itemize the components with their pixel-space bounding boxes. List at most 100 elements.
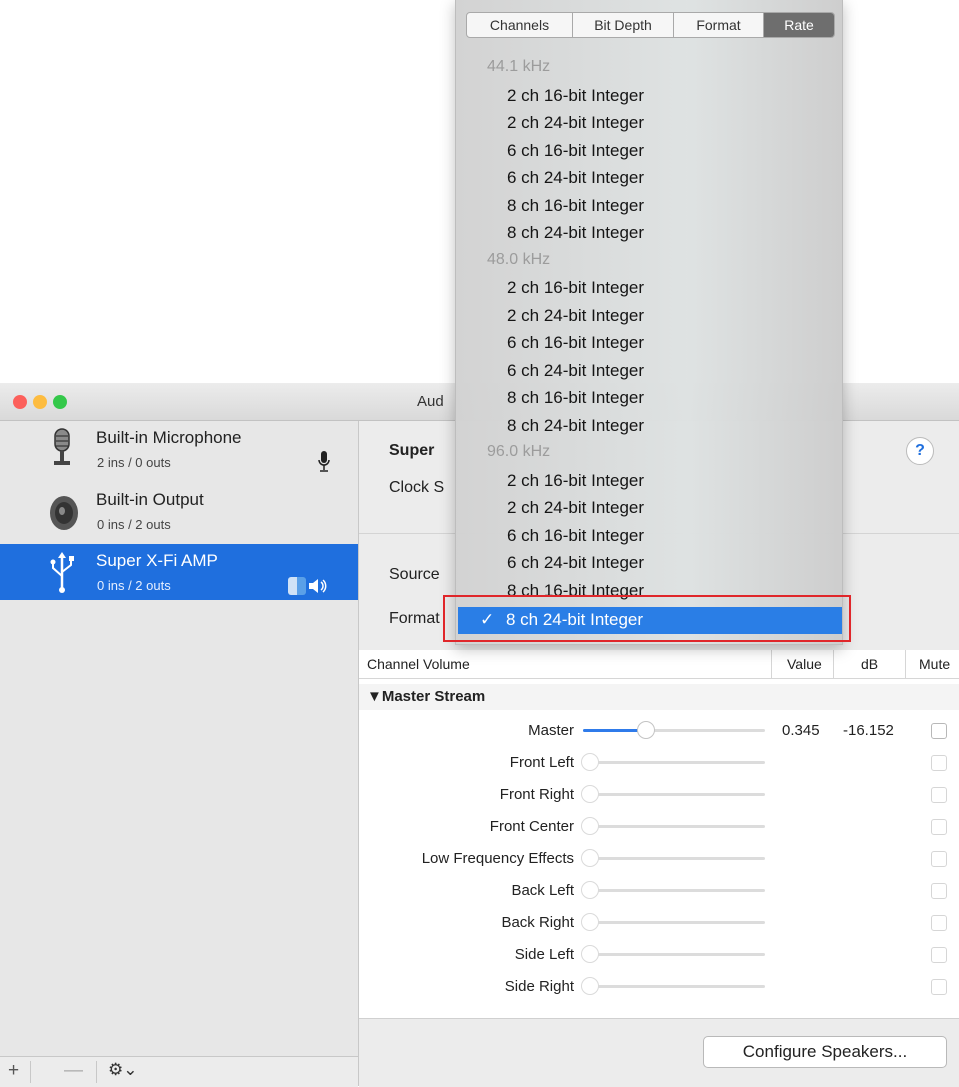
tab-format[interactable]: Format (674, 13, 764, 37)
slider-knob (581, 817, 599, 835)
menu-item[interactable]: 2 ch 16-bit Integer (507, 278, 644, 298)
speaker-small-icon (309, 579, 327, 593)
clock-source-label: Clock S (389, 479, 445, 496)
menu-item[interactable]: 6 ch 16-bit Integer (507, 526, 644, 546)
format-label: Format (389, 610, 440, 627)
menu-item[interactable]: 6 ch 24-bit Integer (507, 553, 644, 573)
device-item-super-xfi-amp[interactable]: Super X-Fi AMP 0 ins / 2 outs (0, 544, 358, 600)
table-row: Back Right (359, 908, 959, 938)
slider-knob (581, 913, 599, 931)
mute-checkbox (931, 819, 947, 835)
menu-item[interactable]: 8 ch 24-bit Integer (507, 223, 644, 243)
menu-item[interactable]: 6 ch 16-bit Integer (507, 141, 644, 161)
device-item-builtin-output[interactable]: Built-in Output 0 ins / 2 outs (0, 483, 358, 539)
column-header-value[interactable]: Value (787, 656, 822, 672)
column-separator (771, 650, 772, 678)
volume-value: 0.345 (782, 722, 820, 739)
menu-item[interactable]: 2 ch 24-bit Integer (507, 306, 644, 326)
add-device-button[interactable]: + (8, 1060, 19, 1082)
volume-slider (581, 881, 765, 899)
column-header-db[interactable]: dB (861, 656, 878, 672)
bottom-bar: Configure Speakers... (359, 1018, 959, 1087)
channel-label: Front Left (509, 754, 574, 771)
volume-slider (581, 945, 765, 963)
mute-checkbox (931, 883, 947, 899)
channel-label: Side Right (504, 978, 574, 995)
column-separator (833, 650, 834, 678)
channel-volume-table: Channel Volume Value dB Mute ▼Master Str… (359, 650, 959, 1018)
divider (96, 1061, 97, 1083)
slider-knob (581, 977, 599, 995)
menu-item[interactable]: 8 ch 24-bit Integer (507, 416, 644, 436)
menu-item[interactable]: 6 ch 16-bit Integer (507, 333, 644, 353)
close-button[interactable] (13, 395, 27, 409)
table-header: Channel Volume Value dB Mute (359, 650, 959, 679)
table-row: Back Left (359, 876, 959, 906)
highlight-box (443, 595, 851, 642)
menu-item[interactable]: 2 ch 24-bit Integer (507, 113, 644, 133)
menu-section-header: 96.0 kHz (487, 443, 551, 460)
slider-knob (581, 881, 599, 899)
menu-item[interactable]: 8 ch 16-bit Integer (507, 388, 644, 408)
volume-slider (581, 913, 765, 931)
menu-item[interactable]: 6 ch 24-bit Integer (507, 361, 644, 381)
device-name: Built-in Output (96, 490, 204, 509)
menu-item[interactable]: 2 ch 16-bit Integer (507, 471, 644, 491)
slider-knob (581, 785, 599, 803)
table-row: Front Right (359, 780, 959, 810)
minimize-button[interactable] (33, 395, 47, 409)
menu-item[interactable]: 6 ch 24-bit Integer (507, 168, 644, 188)
volume-slider (581, 977, 765, 995)
device-io: 0 ins / 2 outs (97, 578, 171, 593)
volume-db: -16.152 (843, 722, 894, 739)
menu-section-header: 48.0 kHz (487, 250, 551, 268)
zoom-button[interactable] (53, 395, 67, 409)
remove-device-button[interactable]: — (64, 1060, 83, 1082)
divider (30, 1061, 31, 1083)
table-row: Low Frequency Effects (359, 844, 959, 874)
device-name: Super X-Fi AMP (96, 551, 218, 570)
help-button[interactable]: ? (906, 437, 934, 465)
tab-bit-depth[interactable]: Bit Depth (573, 13, 674, 37)
finder-icon (288, 577, 306, 595)
device-io: 2 ins / 0 outs (97, 455, 171, 470)
microphone-icon (54, 428, 70, 465)
device-item-builtin-microphone[interactable]: Built-in Microphone 2 ins / 0 outs (0, 421, 358, 477)
column-separator (905, 650, 906, 678)
channel-label: Front Center (489, 818, 574, 835)
source-label: Source (389, 566, 440, 583)
mute-checkbox[interactable] (931, 723, 947, 739)
slider-knob (581, 849, 599, 867)
mute-checkbox (931, 915, 947, 931)
tab-channels[interactable]: Channels (467, 13, 573, 37)
channel-label: Side Left (514, 946, 574, 963)
channel-label: Front Right (499, 786, 574, 803)
group-label: ▼Master Stream (367, 688, 486, 705)
mute-checkbox (931, 979, 947, 995)
column-header-mute[interactable]: Mute (919, 656, 950, 672)
tab-rate[interactable]: Rate (764, 13, 834, 37)
device-io: 0 ins / 2 outs (97, 517, 171, 532)
gear-menu-button[interactable]: ⚙⌄ (108, 1060, 137, 1080)
volume-slider (581, 817, 765, 835)
format-popup-menu: Channels Bit Depth Format Rate 44.1 kHz 2… (455, 0, 843, 645)
volume-slider[interactable] (583, 721, 765, 739)
slider-knob (581, 753, 599, 771)
channel-label: Back Right (501, 914, 574, 931)
menu-item[interactable]: 2 ch 16-bit Integer (507, 86, 644, 106)
master-stream-group[interactable]: ▼Master Stream (359, 684, 959, 710)
window-title: Aud (417, 393, 444, 410)
column-header-channel[interactable]: Channel Volume (367, 656, 470, 672)
slider-knob[interactable] (636, 721, 655, 739)
menu-item[interactable]: 8 ch 16-bit Integer (507, 196, 644, 216)
channel-label: Low Frequency Effects (421, 850, 574, 867)
configure-speakers-button[interactable]: Configure Speakers... (703, 1036, 947, 1068)
volume-slider (581, 849, 765, 867)
mic-small-icon (318, 451, 330, 472)
menu-segmented-control: Channels Bit Depth Format Rate (466, 12, 835, 38)
menu-section-header: 44.1 kHz (487, 58, 551, 75)
mute-checkbox (931, 851, 947, 867)
speaker-icon (50, 496, 78, 530)
volume-slider (581, 753, 765, 771)
menu-item[interactable]: 2 ch 24-bit Integer (507, 498, 644, 518)
